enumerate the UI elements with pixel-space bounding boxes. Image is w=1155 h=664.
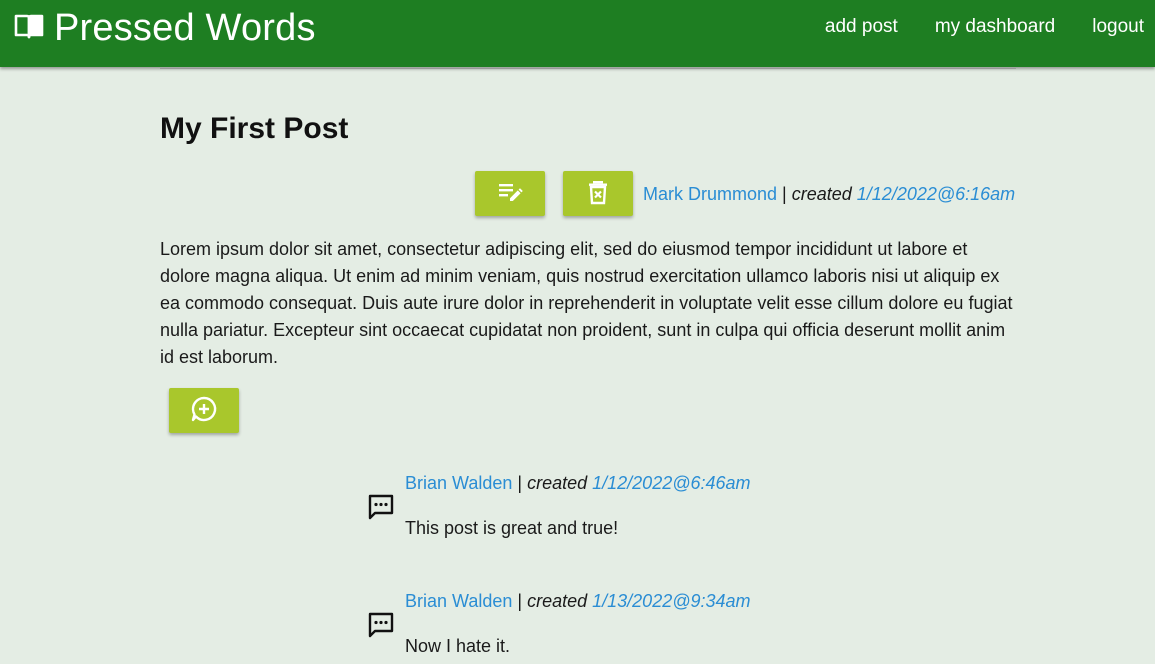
navbar: Pressed Words add post my dashboard logo… — [0, 0, 1155, 67]
nav-my-dashboard[interactable]: my dashboard — [935, 16, 1055, 38]
nav-logout[interactable]: logout — [1092, 16, 1144, 38]
nav-links: add post my dashboard logout — [825, 16, 1144, 38]
created-label: created — [791, 184, 852, 204]
trash-icon — [585, 179, 611, 208]
meta-separator: | — [512, 473, 528, 493]
created-label: created — [527, 473, 588, 493]
add-comment-button[interactable] — [169, 388, 239, 433]
edit-notes-icon — [497, 179, 523, 208]
divider — [160, 68, 1016, 69]
created-label: created — [527, 591, 588, 611]
post-date: 1/12/2022@6:16am — [856, 184, 1016, 204]
comment-text: This post is great and true! — [405, 518, 619, 538]
comment-date: 1/13/2022@9:34am — [592, 591, 751, 611]
comment-meta: Brian Walden | created 1/12/2022@6:46am — [405, 473, 751, 494]
post-author[interactable]: Mark Drummond — [643, 184, 777, 204]
post-title: My First Post — [160, 112, 349, 145]
brand[interactable]: Pressed Words — [14, 6, 316, 50]
comment-author[interactable]: Brian Walden — [405, 473, 512, 493]
comment-author[interactable]: Brian Walden — [405, 591, 512, 611]
comment-text: Now I hate it. — [405, 636, 511, 656]
post-body: Lorem ipsum dolor sit amet, consectetur … — [160, 239, 1013, 367]
nav-add-post[interactable]: add post — [825, 16, 898, 38]
delete-post-button[interactable] — [563, 171, 633, 216]
meta-separator: | — [777, 184, 792, 204]
edit-post-button[interactable] — [475, 171, 545, 216]
comment-bubble-icon — [367, 493, 395, 521]
comment-meta: Brian Walden | created 1/13/2022@9:34am — [405, 591, 751, 612]
add-comment-icon — [190, 395, 218, 426]
brand-name: Pressed Words — [54, 6, 316, 49]
meta-separator: | — [512, 591, 528, 611]
comment-date: 1/12/2022@6:46am — [592, 473, 751, 493]
post-meta: Mark Drummond | created 1/12/2022@6:16am — [643, 184, 1015, 205]
comment-bubble-icon — [367, 611, 395, 639]
open-book-icon — [14, 12, 54, 45]
